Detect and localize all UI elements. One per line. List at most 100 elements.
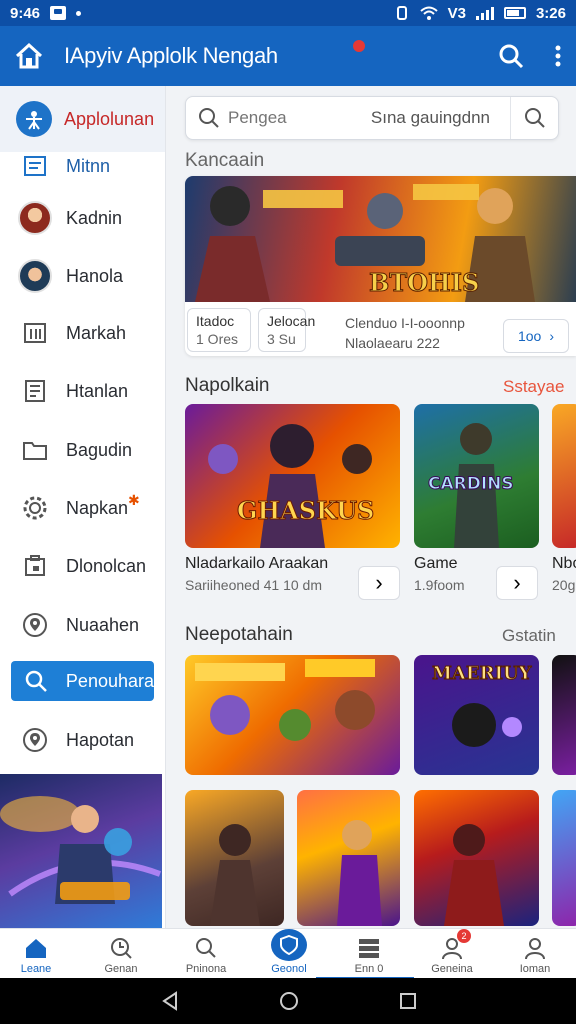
sidebar-item-dlonolcan[interactable]: Dlonolcan xyxy=(0,542,166,590)
status-time-left: 9:46 xyxy=(10,4,41,22)
search-bar: Sına gauingdnn xyxy=(185,96,559,140)
recents-icon[interactable] xyxy=(393,988,423,1014)
nav-item-geneina[interactable]: Geneina 2 xyxy=(411,929,493,979)
game-card-image[interactable]: MAERIUY xyxy=(414,655,539,775)
card-title: Game xyxy=(414,555,458,572)
sidebar-item-bagudin[interactable]: Bagudin xyxy=(0,426,166,474)
search-button[interactable] xyxy=(510,97,558,139)
location-icon xyxy=(18,608,52,642)
nav-label: Geonol xyxy=(271,963,307,975)
shield-icon xyxy=(271,929,307,961)
game-card-image[interactable] xyxy=(185,655,400,775)
battery-icon xyxy=(503,7,526,19)
home-circle-icon[interactable] xyxy=(274,988,304,1014)
calendar-icon xyxy=(18,549,52,583)
banner-title: BTOHIS xyxy=(368,268,480,298)
back-icon[interactable] xyxy=(155,988,185,1014)
sidebar-item-napkan[interactable]: Napkan ✱ xyxy=(0,484,166,532)
wifi-icon xyxy=(419,6,438,20)
chevron-right-icon: › xyxy=(375,570,383,595)
nav-label: Leane xyxy=(20,963,52,975)
card-subtitle: 20g xyxy=(552,577,576,593)
sidebar-item-penouhara[interactable]: Penouhara xyxy=(11,661,154,701)
nav-label: Geneina xyxy=(431,963,473,975)
vibrate-icon xyxy=(396,6,407,20)
notification-badge xyxy=(353,40,365,52)
game-card-image[interactable]: CARDINS xyxy=(414,404,539,548)
card-art-title: CARDINS xyxy=(428,474,515,495)
sidebar-item-hapotan[interactable]: Hapotan xyxy=(0,716,166,764)
avatar xyxy=(18,259,52,293)
nav-label: Genan xyxy=(104,963,138,975)
sidebar-item-label: Napkan xyxy=(66,497,129,518)
featured-banner[interactable]: BTOHIS Itadoc 1 Ores Jelocan 3 Su Clendu… xyxy=(185,176,576,356)
building-icon xyxy=(18,316,52,350)
banner-more-button[interactable]: 1oo › xyxy=(503,319,569,353)
status-time-right: 3:26 xyxy=(535,4,566,22)
nav-item-enn[interactable]: Enn 0 xyxy=(328,929,410,979)
sidebar-header-label: Applolunan xyxy=(64,108,155,129)
gear-icon xyxy=(18,491,52,525)
stack-icon xyxy=(357,935,381,961)
sidebar-item-markah[interactable]: Markah xyxy=(0,309,166,357)
list-icon xyxy=(18,149,52,183)
section-title-featured: Kancaain xyxy=(185,150,265,171)
game-card-image[interactable] xyxy=(552,655,576,775)
status-dot-icon xyxy=(76,10,82,16)
search-input[interactable] xyxy=(228,108,368,128)
nav-item-geonol[interactable]: Geonol xyxy=(248,929,330,979)
banner-chip-2[interactable]: Jelocan 3 Su xyxy=(258,308,315,352)
nav-item-leane[interactable]: Leane xyxy=(0,929,77,979)
search-icon[interactable] xyxy=(498,43,524,69)
game-card-image[interactable] xyxy=(297,790,400,926)
more-options-icon[interactable] xyxy=(554,44,562,68)
sidebar-item-hanola[interactable]: Hanola xyxy=(0,252,166,300)
nav-badge: 2 xyxy=(457,929,471,943)
notification-icon xyxy=(50,6,67,20)
card-open-button[interactable]: › xyxy=(358,566,400,600)
game-card-image[interactable] xyxy=(185,790,284,926)
sidebar-item-label: Mitnn xyxy=(66,155,111,176)
sidebar-item-nuaahen[interactable]: Nuaahen xyxy=(0,601,166,649)
chevron-right-icon: › xyxy=(549,328,555,344)
sidebar-item-htanlan[interactable]: Htanlan xyxy=(0,367,166,415)
status-bar: 9:46 V3 3:26 xyxy=(0,0,576,26)
sidebar-item-kadnin[interactable]: Kadnin xyxy=(0,194,166,242)
avatar xyxy=(18,201,52,235)
location-icon xyxy=(18,723,52,757)
app-screen: 9:46 V3 3:26 IApyiv Applolk Nengah Applo… xyxy=(0,0,576,1024)
game-card-image[interactable] xyxy=(552,790,576,926)
folder-icon xyxy=(18,433,52,467)
game-card-image[interactable] xyxy=(414,790,539,926)
section-more-recent[interactable]: Gstatin xyxy=(502,626,556,646)
app-title: IApyiv Applolk Nengah xyxy=(64,43,278,68)
sidebar-item-label: Nuaahen xyxy=(66,614,140,635)
game-card-image[interactable]: GHASKUS xyxy=(185,404,400,548)
search-icon xyxy=(194,935,218,961)
nav-item-pninona[interactable]: Pninona xyxy=(165,929,247,979)
sidebar-promo-image[interactable] xyxy=(0,774,162,928)
new-badge-icon: ✱ xyxy=(128,491,140,508)
nav-item-ioman[interactable]: Ioman xyxy=(494,929,576,979)
bottom-nav: Leane Genan Pninona Geonol Enn 0 Geneina… xyxy=(0,928,576,980)
card-art-title: GHASKUS xyxy=(236,496,375,526)
banner-info: Clenduo I-I-ooonnp Nlaolaearu 222 xyxy=(345,313,465,353)
search-icon xyxy=(21,664,52,698)
card-subtitle: Sariiheoned 41 10 dm xyxy=(185,577,322,593)
section-title-popular: Napolkain xyxy=(185,375,270,396)
sidebar-item-mitnn[interactable]: Mitnn xyxy=(0,142,166,190)
sidebar-item-label: Penouhara xyxy=(65,670,154,691)
chevron-right-icon: › xyxy=(513,570,521,595)
nav-item-genan[interactable]: Genan xyxy=(80,929,162,979)
home-icon[interactable] xyxy=(14,42,44,70)
sidebar-item-label: Hanola xyxy=(66,265,124,286)
card-open-button[interactable]: › xyxy=(496,566,538,600)
card-title: Nbo xyxy=(552,555,576,572)
chip-label: Itadoc xyxy=(196,313,235,329)
section-more-popular[interactable]: Sstayae xyxy=(503,377,564,397)
banner-chip-1[interactable]: Itadoc 1 Ores xyxy=(187,308,251,352)
game-card-image[interactable] xyxy=(552,404,576,548)
card-subtitle: 1.9foom xyxy=(414,577,465,593)
banner-info-line: Nlaolaearu 222 xyxy=(345,335,440,351)
chip-value: 1 Ores xyxy=(196,331,239,347)
